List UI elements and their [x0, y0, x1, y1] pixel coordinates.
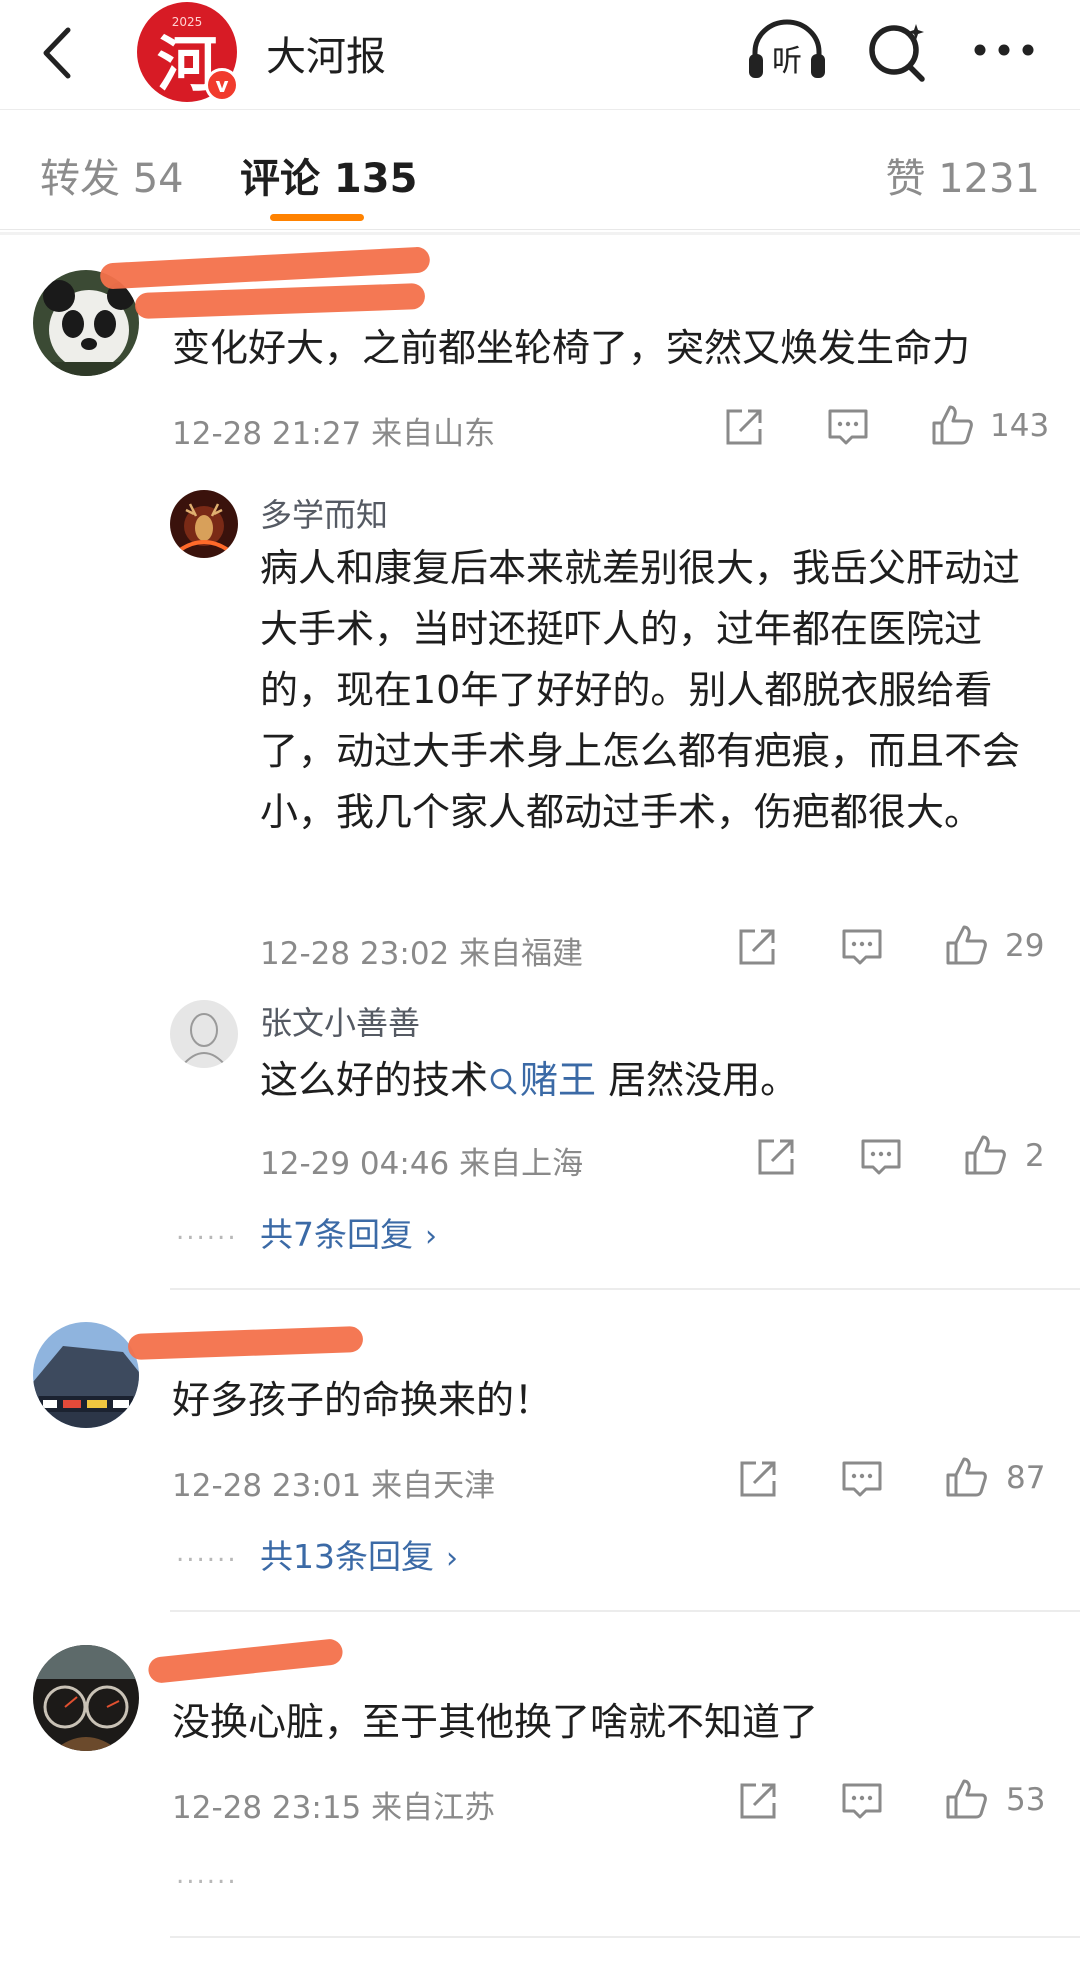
- like-count: 29: [1005, 928, 1045, 964]
- like-thumb-icon[interactable]: [944, 1455, 988, 1499]
- topic-link[interactable]: 赌王: [488, 1058, 596, 1102]
- comment-meta: 12-28 23:01 来自天津: [172, 1468, 496, 1504]
- avatar-reply-deer[interactable]: [170, 490, 238, 558]
- tab-divider: [0, 232, 1080, 235]
- like-thumb-icon[interactable]: [930, 403, 974, 447]
- view-more-replies-link[interactable]: 共7条回复 ›: [260, 1208, 437, 1256]
- back-arrow-icon[interactable]: [30, 20, 90, 86]
- comment-reply-icon[interactable]: [840, 925, 884, 969]
- reply-text-part: 居然没用。: [596, 1058, 799, 1102]
- tab-likes[interactable]: 赞 1231: [885, 146, 1040, 204]
- chevron-right-icon: ›: [425, 1219, 437, 1254]
- chevron-right-icon: ›: [446, 1541, 458, 1576]
- like-count: 87: [1006, 1460, 1046, 1496]
- reply-text: 病人和康复后本来就差别很大，我岳父肝动过大手术，当时还挺吓人的，过年都在医院过的…: [260, 546, 1021, 834]
- avatar-reply-sketch[interactable]: [170, 1000, 238, 1068]
- comment-text: 变化好大，之前都坐轮椅了，突然又焕发生命力: [172, 326, 971, 370]
- comment-divider: [170, 1936, 1080, 1938]
- more-replies-dots: ......: [176, 1216, 238, 1246]
- topic-label: 赌王: [520, 1058, 597, 1102]
- avatar-dashboard[interactable]: [33, 1645, 139, 1751]
- listen-headphones-icon[interactable]: 听: [745, 16, 829, 86]
- avatar-building[interactable]: [33, 1322, 139, 1428]
- comment-text: 没换心脏，至于其他换了啥就不知道了: [172, 1700, 819, 1744]
- comment-meta: 12-28 23:15 来自江苏: [172, 1790, 496, 1826]
- more-replies-dots: ......: [176, 1538, 238, 1568]
- like-thumb-icon[interactable]: [944, 923, 988, 967]
- top-nav-bar: 2025 河 v 大河报 听: [0, 0, 1080, 110]
- like-thumb-icon[interactable]: [963, 1133, 1007, 1177]
- tab-forward[interactable]: 转发 54: [40, 146, 184, 204]
- comment-meta: 12-28 21:27 来自山东: [172, 416, 496, 452]
- more-dots-icon[interactable]: [968, 22, 1040, 78]
- comment-reply-icon[interactable]: [840, 1457, 884, 1501]
- account-avatar-logo[interactable]: 2025 河 v: [137, 2, 239, 102]
- like-count: 2: [1025, 1138, 1045, 1174]
- like-count: 143: [990, 408, 1050, 444]
- like-thumb-icon[interactable]: [944, 1777, 988, 1821]
- comment-text: 好多孩子的命换来的！: [172, 1378, 553, 1422]
- topic-search-icon: [490, 1068, 517, 1095]
- redacted-nickname: [99, 246, 431, 290]
- repost-icon[interactable]: [722, 405, 766, 449]
- active-tab-indicator: [270, 214, 364, 221]
- tab-bar: 转发 54 评论 135 赞 1231: [0, 110, 1080, 230]
- comment-reply-icon[interactable]: [826, 405, 870, 449]
- comment-divider: [170, 1610, 1080, 1612]
- more-replies-dots: ......: [176, 1860, 238, 1890]
- redacted-nickname: [127, 1325, 364, 1361]
- reply-meta: 12-28 23:02 来自福建: [260, 936, 584, 972]
- listen-label: 听: [772, 44, 802, 79]
- redacted-nickname-stroke: [134, 282, 426, 320]
- view-more-replies-link[interactable]: 共13条回复 ›: [260, 1530, 458, 1578]
- repost-icon[interactable]: [736, 1457, 780, 1501]
- comment-reply-icon[interactable]: [840, 1779, 884, 1823]
- repost-icon[interactable]: [736, 1779, 780, 1823]
- comment-divider: [170, 1288, 1080, 1290]
- reply-nickname[interactable]: 张文小善善: [260, 998, 420, 1044]
- like-count: 53: [1006, 1782, 1046, 1818]
- reply-meta: 12-29 04:46 来自上海: [260, 1146, 584, 1182]
- reply-text-part: 这么好的技术: [260, 1058, 489, 1102]
- account-name[interactable]: 大河报: [266, 24, 386, 82]
- verified-badge-icon: v: [205, 68, 239, 102]
- redacted-nickname: [147, 1637, 344, 1685]
- repost-icon[interactable]: [735, 925, 779, 969]
- tab-comments[interactable]: 评论 135: [240, 146, 417, 204]
- more-replies-label: 共13条回复: [260, 1537, 434, 1576]
- reply-nickname[interactable]: 多学而知: [260, 490, 388, 536]
- more-replies-label: 共7条回复: [260, 1215, 413, 1254]
- reply-text: 这么好的技术 赌王 居然没用。: [260, 1050, 1040, 1111]
- repost-icon[interactable]: [754, 1135, 798, 1179]
- search-icon[interactable]: [862, 16, 932, 86]
- comment-reply-icon[interactable]: [859, 1135, 903, 1179]
